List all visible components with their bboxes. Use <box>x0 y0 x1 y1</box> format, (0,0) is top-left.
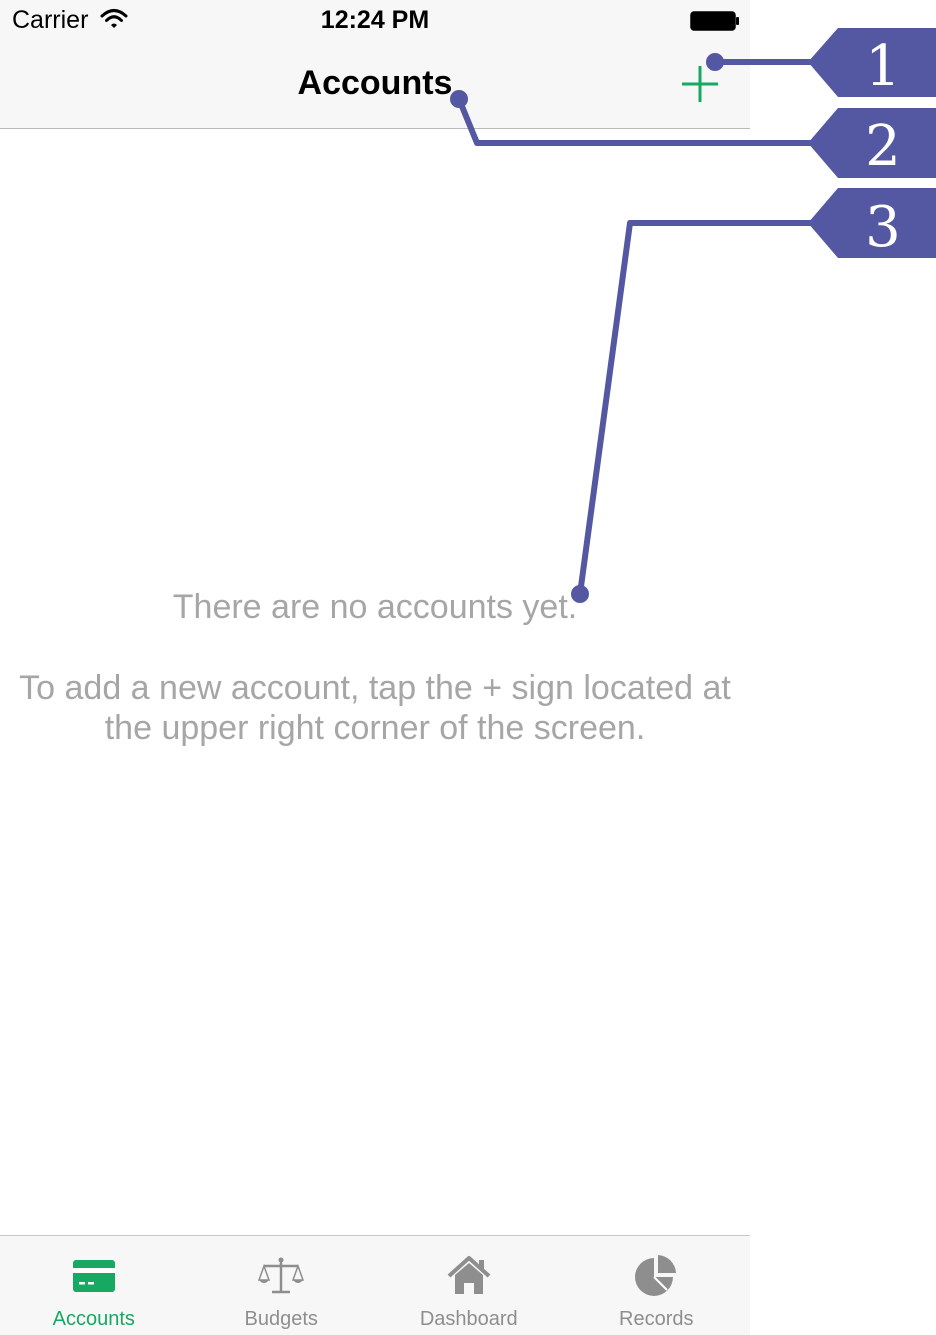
callout-badge-1 <box>808 28 936 97</box>
callout-badge-3 <box>808 188 936 258</box>
battery-icon <box>690 11 739 31</box>
tab-accounts[interactable]: Accounts <box>0 1236 188 1335</box>
plus-icon <box>682 66 718 102</box>
scale-icon <box>258 1257 305 1294</box>
tab-label-accounts: Accounts <box>52 1308 135 1330</box>
callout-number-1: 1 <box>865 34 901 99</box>
tab-dashboard[interactable]: Dashboard <box>375 1236 563 1335</box>
add-account-button[interactable] <box>678 62 722 106</box>
page-title: Accounts <box>297 64 453 102</box>
tab-records[interactable]: Records <box>563 1236 751 1335</box>
tab-bar: Accounts Budgets Dashboard Records <box>0 1235 750 1335</box>
callout-badge-2 <box>808 108 936 178</box>
app-screen: Carrier 12:24 PM Accounts There are no a… <box>0 0 750 1335</box>
tab-budgets[interactable]: Budgets <box>188 1236 376 1335</box>
tab-label-dashboard: Dashboard <box>419 1308 518 1330</box>
tab-label-records: Records <box>619 1308 694 1330</box>
home-icon <box>447 1256 491 1294</box>
top-bar: Carrier 12:24 PM Accounts <box>0 0 750 129</box>
empty-state-title: There are no accounts yet. <box>172 588 578 626</box>
empty-state-hint: To add a new account, tap the + sign loc… <box>19 669 731 747</box>
card-icon <box>72 1260 115 1292</box>
tab-label-budgets: Budgets <box>244 1308 318 1330</box>
pie-chart-icon <box>635 1255 677 1296</box>
status-time: 12:24 PM <box>320 6 430 34</box>
callout-number-3: 3 <box>865 195 901 260</box>
callout-number-2: 2 <box>865 114 901 179</box>
